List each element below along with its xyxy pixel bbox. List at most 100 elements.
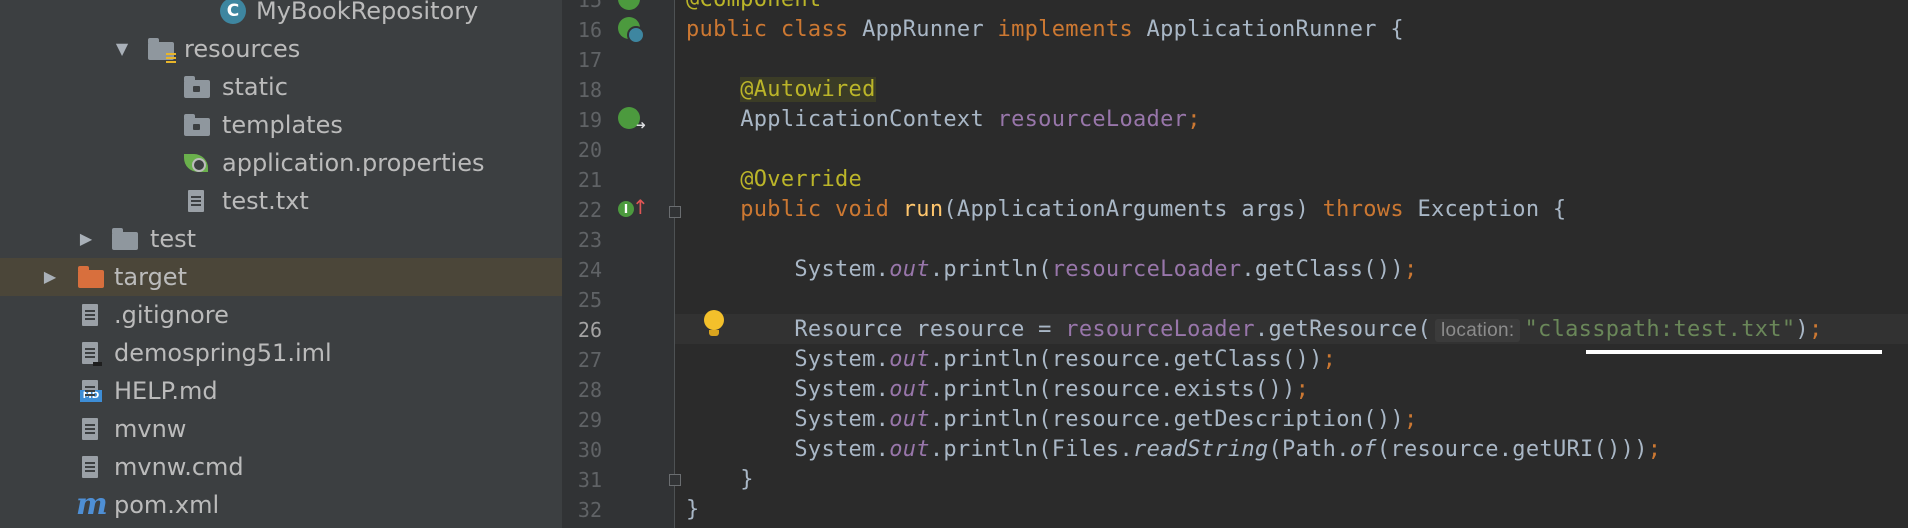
tree-item-help-md[interactable]: MD HELP.md [0,372,562,410]
fold-marker-icon[interactable] [669,206,681,218]
spring-bean-icon[interactable] [618,17,645,44]
tree-item-demospring51-iml[interactable]: demospring51.iml [0,334,562,372]
chevron-right-icon[interactable]: ▶ [40,258,60,296]
closing-brace: } [740,467,754,492]
tree-item-resources[interactable]: ▼ resources [0,30,562,68]
line-number-current: 26 [577,318,602,342]
keyword: throws [1322,197,1418,222]
code-text: .println(Files. [929,437,1134,462]
keyword: implements [997,17,1147,42]
code-line-29: System.out.println(resource.getDescripti… [686,405,1417,435]
method-name: run [902,197,944,222]
code-text: Resource resource = [794,317,1066,342]
tree-item-target[interactable]: ▶ target [0,258,562,296]
keyword: public void [740,197,903,222]
iml-file-icon [78,342,104,366]
code-line-15: @Component [686,0,821,15]
text-file-icon [78,418,104,440]
tree-item-label: target [114,263,187,291]
text-file-icon [78,456,104,478]
line-number: 18 [577,78,602,102]
field-name: resourceLoader [1065,317,1255,342]
string-underline-annotation [1586,350,1882,354]
semicolon: ; [1647,437,1662,462]
line-number: 24 [577,258,602,282]
tree-item-label: test [150,225,197,253]
folder-icon [184,114,210,136]
code-line-18: @Autowired [686,75,876,105]
annotation: @Override [740,167,863,192]
tree-item-application-properties[interactable]: application.properties [0,144,562,182]
tree-item-static[interactable]: static [0,68,562,106]
tree-item-label: mvnw.cmd [114,453,244,481]
code-line-32: } [686,495,700,525]
line-number: 23 [577,228,602,252]
chevron-right-icon[interactable]: ▶ [76,220,96,258]
chevron-down-icon[interactable]: ▼ [112,30,132,68]
field-name: resourceLoader [997,107,1188,132]
static-field: out [889,437,930,462]
tree-item-gitignore[interactable]: .gitignore [0,296,562,334]
string-literal: "classpath:test.txt" [1524,317,1796,342]
line-number: 22 [577,198,602,222]
static-field: out [889,407,930,432]
code-text: (ApplicationArguments args) [943,197,1323,222]
line-number: 29 [577,408,602,432]
fold-marker-icon[interactable] [669,474,681,486]
tree-item-label: static [222,73,288,101]
code-text: System. [794,257,890,282]
semicolon: ; [1295,377,1310,402]
autowired-navigation-icon[interactable]: ➜ [618,107,646,131]
markdown-file-icon: MD [78,380,104,402]
line-number: 20 [577,138,602,162]
code-text: .println( [929,257,1052,282]
tree-item-mybookrepository[interactable]: C MyBookRepository [0,0,562,30]
tree-item-test-txt[interactable]: test.txt [0,182,562,220]
code-text: ApplicationRunner { [1146,17,1404,42]
tree-item-test[interactable]: ▶ test [0,220,562,258]
code-text: System. [794,437,890,462]
line-number: 15 [577,0,602,12]
code-line-30: System.out.println(Files.readString(Path… [686,435,1661,465]
tree-item-label: pom.xml [114,491,220,519]
class-name: AppRunner [862,17,998,42]
static-field: out [889,377,930,402]
code-text: .getClass()) [1241,257,1404,282]
tree-item-pom-xml[interactable]: m pom.xml [0,486,562,524]
code-line-19: ApplicationContext resourceLoader; [686,105,1201,135]
code-text: (resource.getURI())) [1376,437,1648,462]
static-field: out [889,257,930,282]
line-number: 19 [577,108,602,132]
text-file-icon [78,304,104,326]
tree-item-mvnw-cmd[interactable]: mvnw.cmd [0,448,562,486]
semicolon: ; [1808,317,1823,342]
line-number: 31 [577,468,602,492]
semicolon: ; [1403,257,1418,282]
lightbulb-icon[interactable] [702,308,726,338]
up-arrow-icon[interactable]: ↑ [632,197,649,217]
code-line-24: System.out.println(resourceLoader.getCla… [686,255,1417,285]
line-number: 16 [577,18,602,42]
tree-item-label: demospring51.iml [114,339,332,367]
semicolon: ; [1322,347,1337,372]
tree-item-label: test.txt [222,187,309,215]
annotation: @Component [686,0,821,12]
code-line-16: public class AppRunner implements Applic… [686,15,1404,45]
line-number: 25 [577,288,602,312]
tree-item-templates[interactable]: templates [0,106,562,144]
java-class-icon: C [220,0,246,24]
parameter-hint: location: [1435,319,1521,342]
semicolon: ; [1403,407,1418,432]
code-line-21: @Override [686,165,862,195]
tree-item-label: HELP.md [114,377,218,405]
tree-item-mvnw[interactable]: mvnw [0,410,562,448]
line-number: 28 [577,378,602,402]
code-line-26: Resource resource = resourceLoader.getRe… [686,315,1822,345]
spring-properties-icon [184,152,210,174]
excluded-folder-icon [78,266,104,288]
code-text: .println(resource.getDescription()) [929,407,1404,432]
tree-item-label: templates [222,111,343,139]
code-text: System. [794,377,890,402]
static-method: readString [1133,437,1269,462]
tree-item-label: .gitignore [114,301,229,329]
